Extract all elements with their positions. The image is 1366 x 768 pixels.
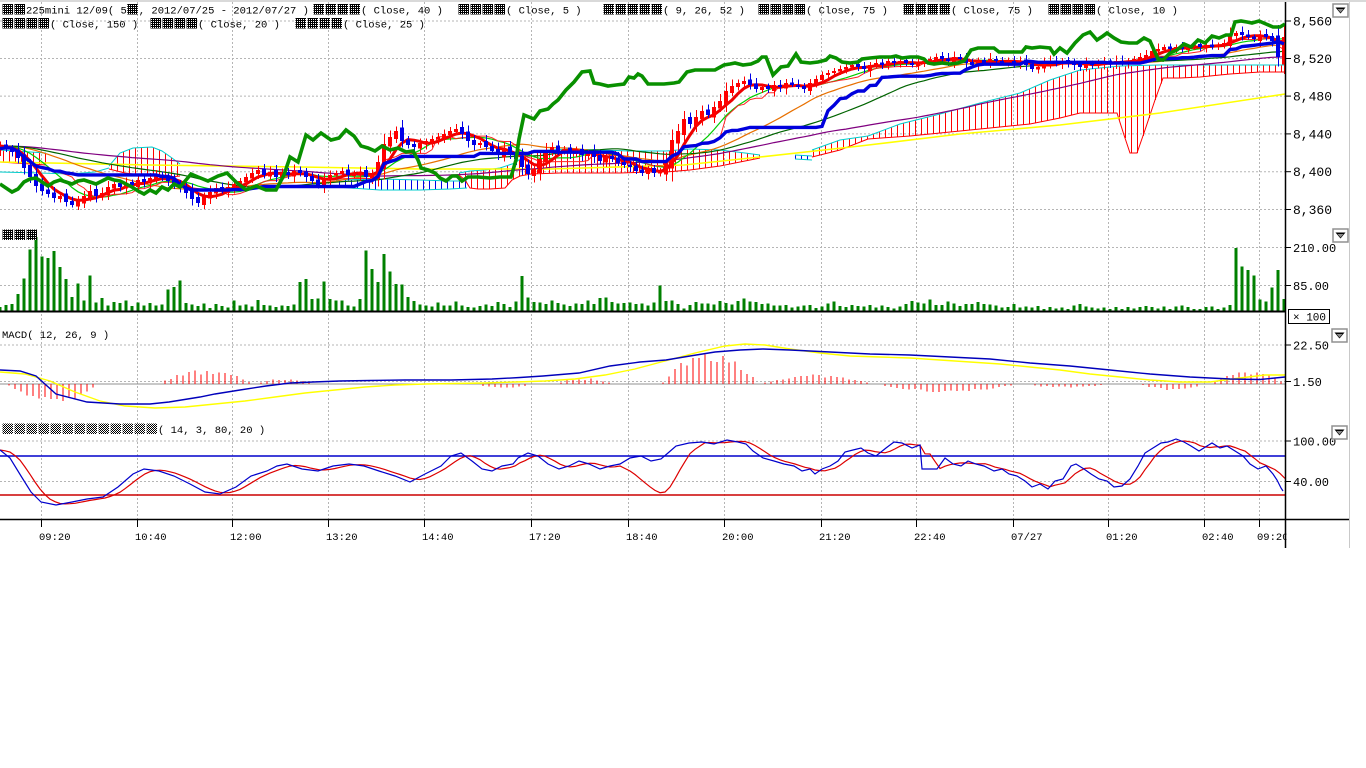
svg-text:× 100: × 100 (1293, 313, 1326, 325)
svg-text:( Close, 20 ): ( Close, 20 ) (198, 20, 280, 32)
svg-text:8,520: 8,520 (1293, 52, 1332, 67)
svg-text:( 14, 3, 80, 20 ): ( 14, 3, 80, 20 ) (158, 425, 265, 437)
svg-text:MACD( 12, 26, 9 ): MACD( 12, 26, 9 ) (2, 330, 109, 342)
svg-text:( Close, 75 ): ( Close, 75 ) (951, 6, 1033, 18)
svg-text:225mini 12/09( 5: 225mini 12/09( 5 (26, 6, 127, 18)
svg-text:( Close, 150 ): ( Close, 150 ) (50, 20, 138, 32)
svg-text:( Close, 10 ): ( Close, 10 ) (1096, 6, 1178, 18)
svg-text:21:20: 21:20 (819, 532, 851, 544)
svg-text:1.50: 1.50 (1293, 376, 1322, 390)
svg-text:01:20: 01:20 (1106, 532, 1138, 544)
svg-text:( Close, 75 ): ( Close, 75 ) (806, 6, 888, 18)
svg-text:22.50: 22.50 (1293, 340, 1329, 354)
svg-text:( 9, 26, 52 ): ( 9, 26, 52 ) (663, 6, 745, 18)
svg-text:02:40: 02:40 (1202, 532, 1234, 544)
svg-text:8,480: 8,480 (1293, 90, 1332, 105)
svg-text:8,560: 8,560 (1293, 15, 1332, 30)
svg-text:14:40: 14:40 (422, 532, 454, 544)
svg-text:10:40: 10:40 (135, 532, 167, 544)
svg-text:8,360: 8,360 (1293, 203, 1332, 218)
svg-text:( Close, 25 ): ( Close, 25 ) (343, 20, 425, 32)
svg-text:13:20: 13:20 (326, 532, 358, 544)
svg-text:210.00: 210.00 (1293, 242, 1336, 256)
svg-text:09:20: 09:20 (39, 532, 71, 544)
svg-text:85.00: 85.00 (1293, 280, 1329, 294)
svg-text:09:20: 09:20 (1257, 532, 1289, 544)
svg-text:22:40: 22:40 (914, 532, 946, 544)
svg-text:12:00: 12:00 (230, 532, 262, 544)
svg-text:18:40: 18:40 (626, 532, 658, 544)
svg-text:( Close, 5 ): ( Close, 5 ) (506, 6, 582, 18)
svg-text:8,440: 8,440 (1293, 127, 1332, 142)
svg-text:100.00: 100.00 (1293, 436, 1336, 450)
svg-text:8,400: 8,400 (1293, 165, 1332, 180)
svg-text:( Close, 40 ): ( Close, 40 ) (361, 6, 443, 18)
svg-text:20:00: 20:00 (722, 532, 754, 544)
svg-text:40.00: 40.00 (1293, 476, 1329, 490)
svg-text:, 2012/07/25 - 2012/07/27 ): , 2012/07/25 - 2012/07/27 ) (139, 6, 309, 18)
svg-text:17:20: 17:20 (529, 532, 561, 544)
svg-text:07/27: 07/27 (1011, 532, 1043, 544)
